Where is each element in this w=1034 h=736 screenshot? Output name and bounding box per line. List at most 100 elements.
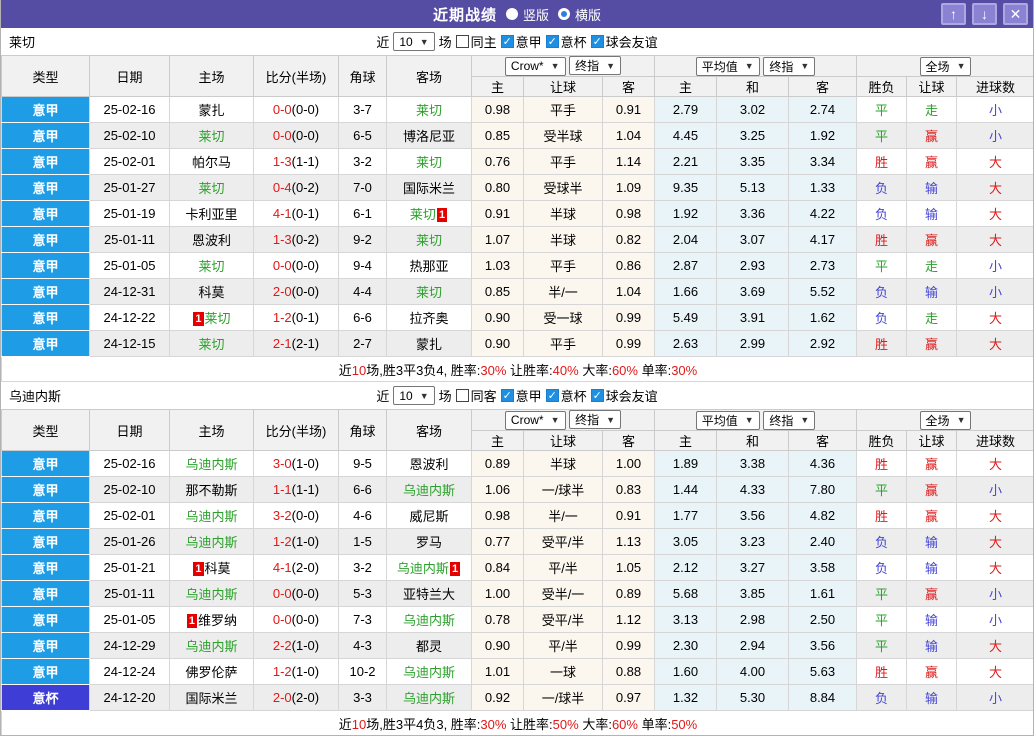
goals-result-cell: 小 [956,252,1033,279]
recent-results-window: 近期战绩 竖版 横版 ↑ ↓ ✕ 莱切 近 10▼ 场 同主 意甲 意杯 球会友… [0,0,1034,736]
odds-away-cell: 0.88 [602,658,655,685]
radio-vertical-layout[interactable] [505,8,518,20]
avg-select[interactable]: 平均值 ▼ [695,410,760,430]
avg-draw-cell: 2.98 [716,606,789,633]
handicap-result-cell: 输 [906,174,958,201]
avg-select[interactable]: 平均值 ▼ [695,56,760,76]
score-cell: 0-0(0-0) [253,606,339,633]
goals-result-cell: 大 [956,226,1033,253]
col-goals: 进球数 [956,430,1033,451]
odds-final-select[interactable]: 终指 ▼ [569,410,622,430]
home-team-cell: 乌迪内斯 [169,632,254,659]
avg-home-cell: 2.21 [654,148,717,175]
same-venue-checkbox[interactable] [455,35,469,48]
summary-line: 近10场,胜3平3负4, 胜率:30% 让胜率:40% 大率:60% 单率:30… [1,356,1033,382]
score-cell: 0-4(0-2) [253,174,339,201]
league-friendly-checkbox[interactable] [590,35,604,48]
avg-away-cell: 1.92 [787,122,858,149]
away-team-cell: 莱切 1 [386,200,472,227]
league-cup-label[interactable]: 意杯 [561,32,587,51]
home-team-cell: 帕尔马 [169,148,254,175]
team-name: 佛罗伦萨 [185,665,238,680]
red-card-badge: 1 [193,312,204,326]
same-venue-checkbox[interactable] [455,389,469,402]
same-venue-label[interactable]: 同客 [471,386,497,405]
odds-home-cell: 1.03 [471,252,524,279]
corner-cell: 9-2 [338,226,387,253]
handicap-result-cell: 输 [906,528,958,555]
avg-draw-cell: 3.85 [716,580,789,607]
odds-final-select[interactable]: 终指 ▼ [569,56,622,76]
avg-draw-cell: 3.69 [716,278,789,305]
near-label: 近 [376,35,390,50]
handicap-cell: 受一球 [523,304,603,331]
odds-company-select[interactable]: Crow* ▼ [504,56,566,76]
goals-result-cell: 大 [956,502,1033,529]
odds-company-select[interactable]: Crow* ▼ [504,410,566,430]
avg-home-cell: 2.87 [654,252,717,279]
handicap-result-cell: 赢 [906,580,958,607]
scope-select[interactable]: 全场 ▼ [919,56,972,76]
handicap-cell: 受球半 [523,174,603,201]
match-row: 意甲 25-01-19 卡利亚里 4-1(0-1) 6-1 莱切 1 0.91 半球 0.98 1.… [1,200,1033,227]
close-button[interactable]: ✕ [1003,3,1028,25]
move-down-button[interactable]: ↓ [972,3,997,25]
avg-away-cell: 3.58 [787,554,858,581]
match-row: 意杯 24-12-20 国际米兰 2-0(2-0) 3-3 乌迪内斯 0.92 一/球半 0.9… [1,684,1033,711]
match-row: 意甲 24-12-31 科莫 2-0(0-0) 4-4 莱切 0.85 半/一 1.04 1.66… [1,278,1033,305]
result-cell: 负 [856,278,908,305]
avg-draw-cell: 2.94 [716,632,789,659]
match-row: 意甲 24-12-24 佛罗伦萨 1-2(1-0) 10-2 乌迪内斯 1.01 一球 0.88… [1,658,1033,685]
league-serie-a-checkbox[interactable] [500,389,514,402]
league-serie-a-label[interactable]: 意甲 [516,386,542,405]
date-cell: 25-02-01 [89,502,170,529]
chevron-down-icon: ▼ [800,61,810,71]
goals-result-cell: 小 [956,278,1033,305]
chevron-down-icon: ▼ [956,61,966,71]
match-count-select[interactable]: 10 ▼ [393,32,435,51]
league-cell: 意甲 [1,554,90,581]
radio-horizontal-layout[interactable] [558,8,570,20]
league-serie-a-checkbox[interactable] [500,35,514,48]
move-up-button[interactable]: ↑ [941,3,966,25]
team-name: 亚特兰大 [402,587,455,602]
team-name: 莱切 [198,259,225,274]
col-handicap: 让球 [523,76,603,97]
team-name: 乌迪内斯 [185,587,238,602]
corner-cell: 4-6 [338,502,387,529]
handicap-cell: 受半/一 [523,580,603,607]
match-row: 意甲 25-01-11 恩波利 1-3(0-2) 9-2 莱切 1.07 半球 0.82 2.04… [1,226,1033,253]
league-friendly-label[interactable]: 球会友谊 [606,386,658,405]
odds-home-cell: 0.91 [471,200,524,227]
match-count-select[interactable]: 10 ▼ [393,386,435,405]
league-cup-checkbox[interactable] [545,389,559,402]
avg-final-select[interactable]: 终指 ▼ [763,410,816,430]
score-cell: 0-0(0-0) [253,580,339,607]
match-row: 意甲 25-01-05 莱切 0-0(0-0) 9-4 热那亚 1.03 平手 0.86 2.87… [1,252,1033,279]
avg-draw-cell: 3.07 [716,226,789,253]
home-team-cell: 乌迪内斯 [169,580,254,607]
league-friendly-checkbox[interactable] [590,389,604,402]
date-cell: 25-02-16 [89,450,170,477]
goals-result-cell: 小 [956,580,1033,607]
vertical-layout-label[interactable]: 竖版 [523,5,549,24]
league-serie-a-label[interactable]: 意甲 [516,32,542,51]
league-cup-label[interactable]: 意杯 [561,386,587,405]
col-date: 日期 [89,55,170,97]
same-venue-label[interactable]: 同主 [471,32,497,51]
odds-home-cell: 0.90 [471,330,524,357]
match-row: 意甲 25-02-16 蒙扎 0-0(0-0) 3-7 莱切 0.98 平手 0.91 2.79 3… [1,96,1033,123]
match-row: 意甲 25-02-01 乌迪内斯 3-2(0-0) 4-6 威尼斯 0.98 半/一 0.91 1… [1,502,1033,529]
scope-select[interactable]: 全场 ▼ [919,410,972,430]
avg-final-select[interactable]: 终指 ▼ [763,56,816,76]
league-cup-checkbox[interactable] [545,35,559,48]
away-team-cell: 莱切 [386,96,472,123]
col-score: 比分(半场) [253,409,339,451]
date-cell: 25-02-10 [89,122,170,149]
horizontal-layout-label[interactable]: 横版 [575,5,601,24]
team-name: 莱切 [198,337,225,352]
league-cell: 意甲 [1,278,90,305]
league-friendly-label[interactable]: 球会友谊 [606,32,658,51]
avg-home-cell: 4.45 [654,122,717,149]
odds-away-cell: 0.82 [602,226,655,253]
